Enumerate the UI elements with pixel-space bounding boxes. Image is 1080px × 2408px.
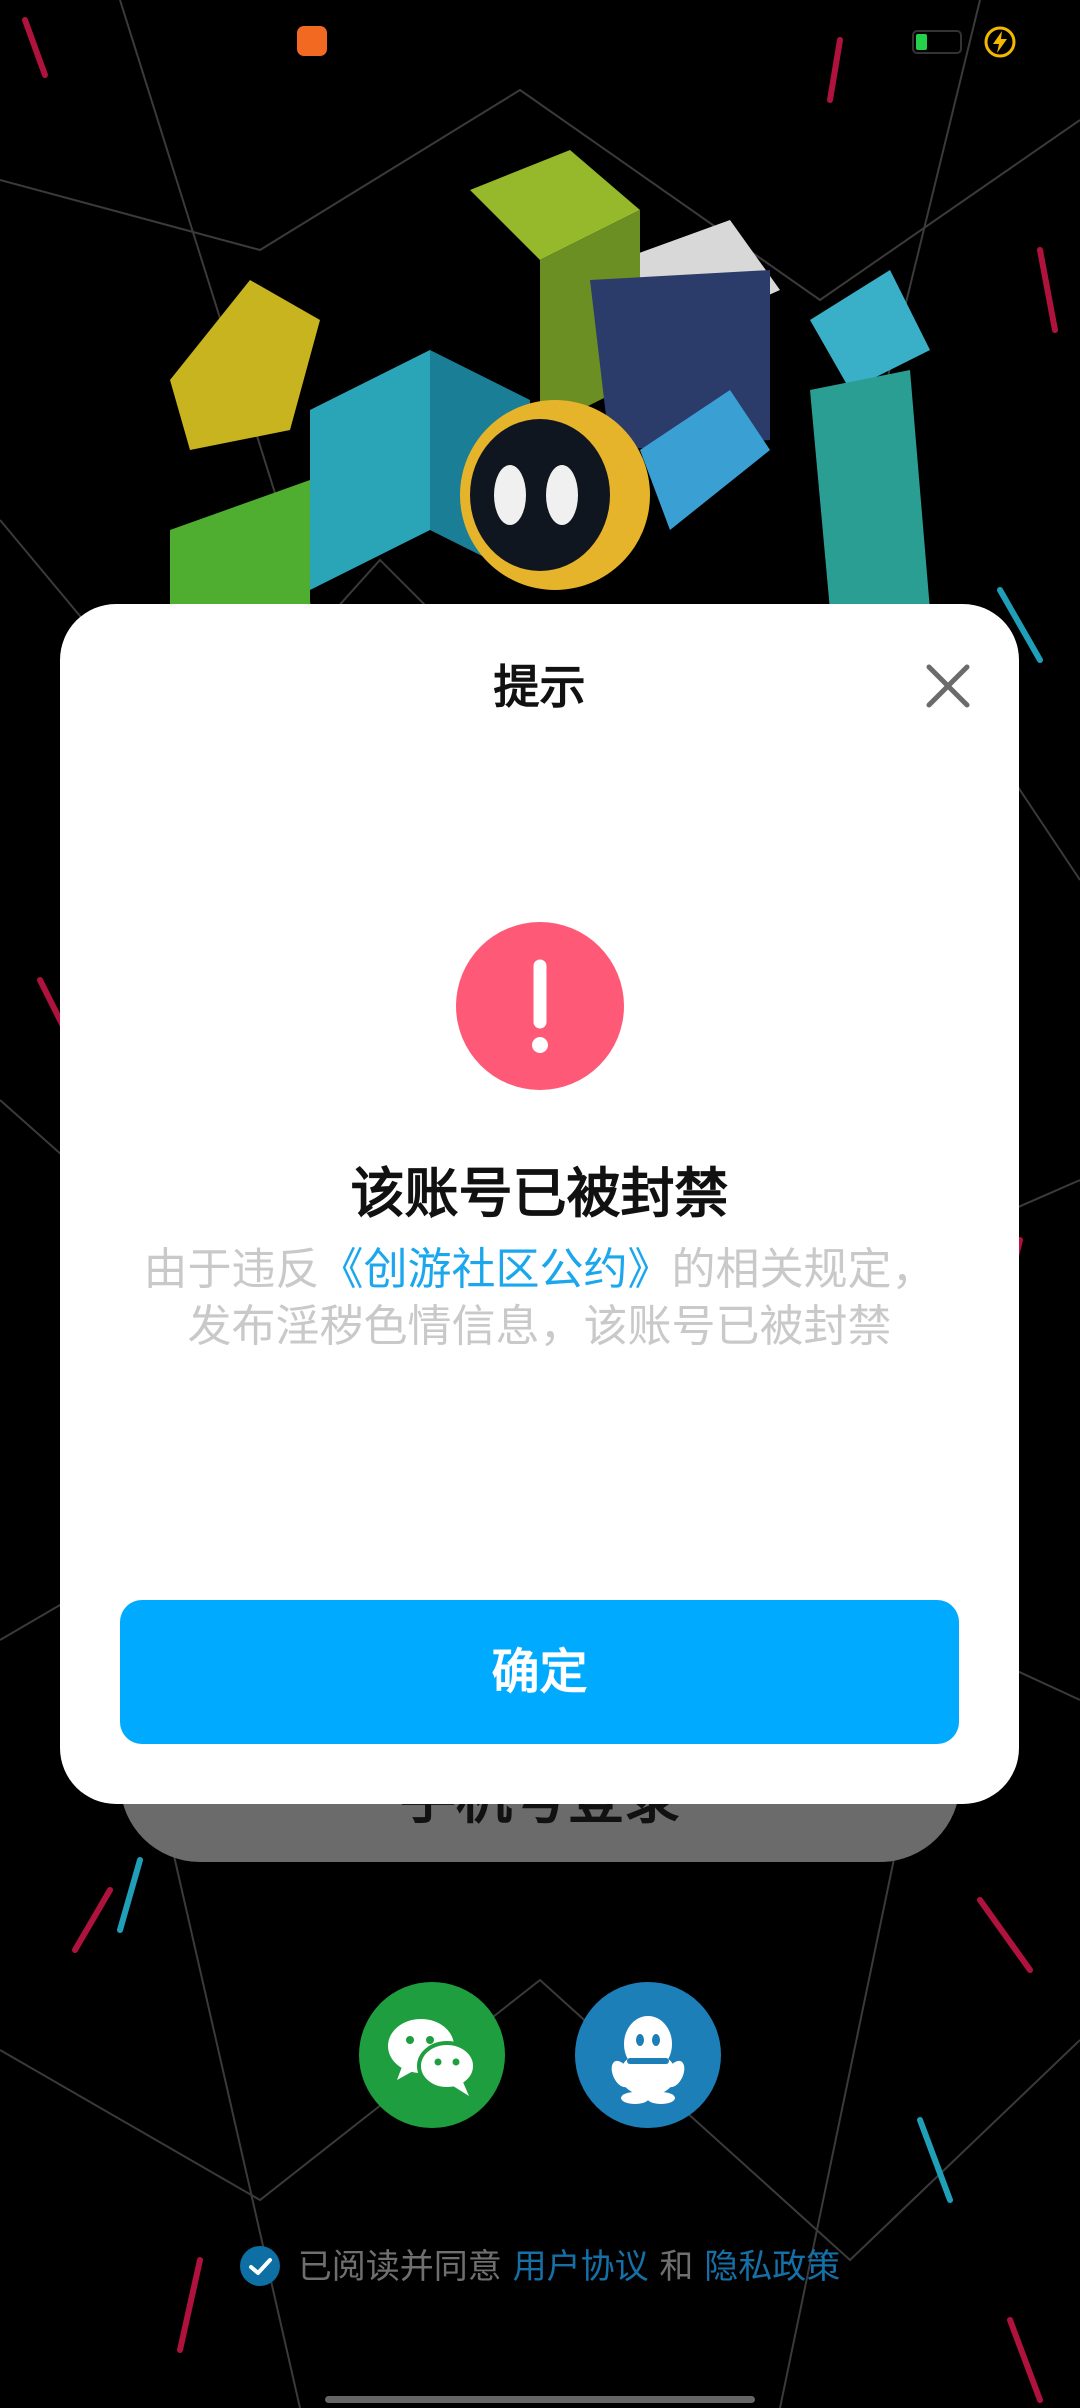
- qq-login-button[interactable]: [575, 1982, 721, 2128]
- charging-bolt-icon: [984, 26, 1016, 58]
- isometric-pixel-game-art: [170, 150, 930, 610]
- agreement-text: 已阅读并同意: [297, 2247, 502, 2287]
- battery-icon: [912, 30, 962, 54]
- home-indicator[interactable]: [325, 2396, 755, 2403]
- dialog-title: 提示: [493, 660, 586, 714]
- social-login-row: [0, 1982, 1080, 2128]
- wechat-login-button[interactable]: [359, 1982, 505, 2128]
- dialog-heading: 该账号已被封禁: [350, 1162, 729, 1225]
- alert-badge: [456, 922, 624, 1090]
- agreement-and-text: 和: [659, 2247, 694, 2287]
- exclamation-icon: [532, 959, 548, 1053]
- privacy-policy-link[interactable]: 隐私政策: [704, 2247, 840, 2287]
- agreement-row: 已阅读并同意 用户协议 和 隐私政策: [0, 2240, 1080, 2294]
- message-before: 由于违反: [143, 1244, 320, 1295]
- user-agreement-link[interactable]: 用户协议: [513, 2247, 649, 2287]
- login-screen: 手机号登录: [0, 0, 1080, 2408]
- agree-checkbox[interactable]: [239, 2245, 280, 2286]
- dialog-message: 由于违反《创游社区公约》的相关规定，发布淫秽色情信息，该账号已被封禁: [132, 1241, 947, 1355]
- battery-level: [916, 34, 927, 50]
- confirm-button[interactable]: 确定: [120, 1600, 959, 1744]
- app-notification-icon: [297, 26, 327, 56]
- ban-notice-dialog: 提示 该账号已被封禁 由于违反《创游社区公约》的相关规定，发布淫秽色情信息，该账…: [60, 604, 1019, 1804]
- status-bar: [0, 0, 1080, 84]
- qq-icon: [611, 2016, 685, 2104]
- close-icon[interactable]: [910, 648, 986, 724]
- checkmark-icon: [248, 2257, 272, 2275]
- community-rules-link[interactable]: 《创游社区公约》: [320, 1244, 672, 1295]
- wechat-icon: [388, 2019, 477, 2096]
